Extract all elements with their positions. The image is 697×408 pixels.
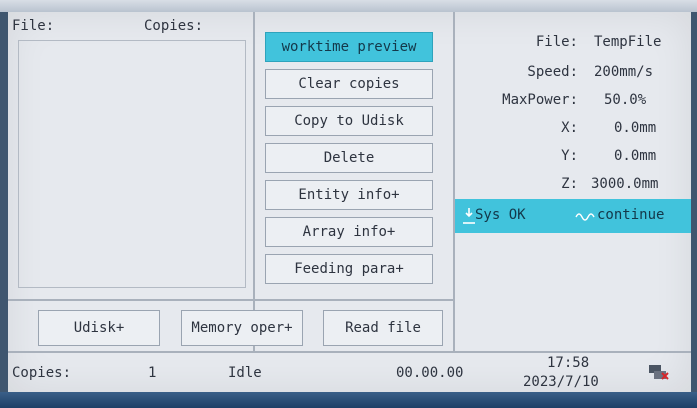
divider-right xyxy=(453,12,455,353)
array-info-button[interactable]: Array info+ xyxy=(265,217,433,247)
info-speed-label: Speed: xyxy=(527,64,578,80)
divider-left xyxy=(253,12,255,353)
info-speed-value: 200mm/s xyxy=(594,64,654,80)
clock-date: 2023/7/10 xyxy=(523,374,599,390)
memory-oper-button[interactable]: Memory oper+ xyxy=(181,310,303,346)
feeding-para-button[interactable]: Feeding para+ xyxy=(265,254,433,284)
info-x-value: 0.0mm xyxy=(614,120,657,136)
machine-state-text: Idle xyxy=(228,365,262,381)
udisk-button[interactable]: Udisk+ xyxy=(38,310,160,346)
info-z-label: Z: xyxy=(561,176,578,192)
system-status-bar: Sys OK continue xyxy=(455,199,691,233)
continue-mode-text: continue xyxy=(597,207,665,223)
read-file-button[interactable]: Read file xyxy=(323,310,443,346)
network-disconnected-icon xyxy=(649,365,669,380)
file-list-header: File: Copies: xyxy=(12,18,247,38)
info-file-value: TempFile xyxy=(594,34,662,50)
screen-bezel-top xyxy=(0,0,697,12)
info-z-row: Z: 3000.0mm xyxy=(458,176,686,200)
file-column-label: File: xyxy=(12,18,55,34)
info-speed-row: Speed: 200mm/s xyxy=(458,64,686,88)
divider-bottom-buttons xyxy=(8,299,455,301)
info-file-row: File: TempFile xyxy=(458,34,686,58)
info-maxpower-value: 50.0% xyxy=(604,92,647,108)
info-x-label: X: xyxy=(561,120,578,136)
file-list[interactable] xyxy=(18,40,246,288)
info-maxpower-row: MaxPower: 50.0% xyxy=(458,92,686,116)
clock-time: 17:58 xyxy=(547,355,590,371)
info-y-label: Y: xyxy=(561,148,578,164)
entity-info-button[interactable]: Entity info+ xyxy=(265,180,433,210)
info-x-row: X: 0.0mm xyxy=(458,120,686,144)
footer-copies-label: Copies: xyxy=(12,365,72,381)
worktime-preview-button[interactable]: worktime preview xyxy=(265,32,433,62)
footer-copies-value: 1 xyxy=(148,365,157,381)
delete-button[interactable]: Delete xyxy=(265,143,433,173)
screen-bezel-bottom xyxy=(0,392,697,408)
footer-bar: Copies: 1 Idle 00.00.00 17:58 2023/7/10 xyxy=(8,353,691,392)
wave-icon xyxy=(575,213,595,221)
info-file-label: File: xyxy=(535,34,578,50)
sys-ok-text: Sys OK xyxy=(475,207,526,223)
info-z-value: 3000.0mm xyxy=(591,176,659,192)
clear-copies-button[interactable]: Clear copies xyxy=(265,69,433,99)
copy-to-udisk-button[interactable]: Copy to Udisk xyxy=(265,106,433,136)
lcd-screen: File: Copies: worktime preview Clear cop… xyxy=(8,12,691,392)
elapsed-time-text: 00.00.00 xyxy=(396,365,464,381)
info-maxpower-label: MaxPower: xyxy=(502,92,578,108)
info-y-row: Y: 0.0mm xyxy=(458,148,686,172)
info-y-value: 0.0mm xyxy=(614,148,657,164)
copies-column-label: Copies: xyxy=(144,18,204,34)
